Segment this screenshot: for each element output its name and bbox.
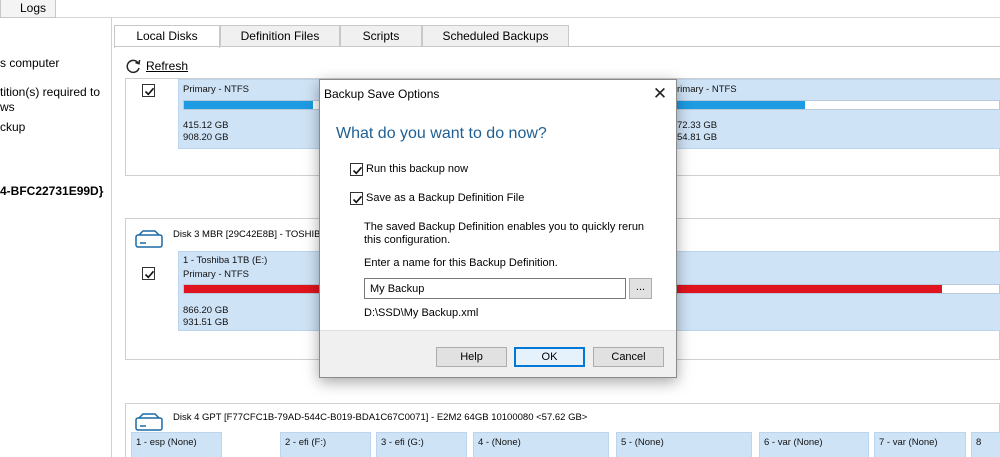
tab-definition-files[interactable]: Definition Files [220,25,340,47]
check-icon [352,166,363,175]
disk-title: Disk 4 GPT [F77CFC1B-79AD-544C-B019-BDA1… [173,412,588,423]
partition-label: 6 - var (None) [764,437,823,448]
partition-label: 3 - efi (G:) [381,437,424,448]
check-icon [352,195,363,204]
left-pane-item: s computer [0,56,60,70]
partition-block[interactable]: 7 - var (None) [874,432,966,457]
hard-disk-icon [135,413,163,431]
dialog-footer: Help OK Cancel [320,330,676,377]
refresh-icon [126,59,141,74]
left-pane-item: ws [0,100,15,114]
left-pane-item: 4-BFC22731E99D} [0,184,104,198]
partition-block[interactable]: 6 - var (None) [759,432,869,457]
partition-used: 415.12 GB [183,120,229,131]
dialog-title: Backup Save Options [324,87,440,101]
tab-logs[interactable]: Logs [0,0,56,18]
run-backup-now-label: Run this backup now [366,163,469,175]
disk-panel: Disk 4 GPT [F77CFC1B-79AD-544C-B019-BDA1… [125,403,1000,457]
check-icon [144,87,155,96]
partition-label: 2 - efi (F:) [285,437,327,448]
tab-scripts[interactable]: Scripts [340,25,422,47]
disk-checkbox[interactable] [142,84,155,97]
definition-description: The saved Backup Definition enables you … [364,221,645,246]
partition-used: 72.33 GB [677,120,718,131]
cancel-button[interactable]: Cancel [593,347,664,367]
dialog-heading: What do you want to do now? [336,125,547,142]
partition-block[interactable]: 1 - esp (None) [131,432,222,457]
partition-block[interactable]: rimary - NTFS 72.33 GB 54.81 GB [674,79,1000,149]
disk-title: Disk 3 MBR [29C42E8B] - TOSHIBA [173,229,327,240]
partition-label: 4 - (None) [478,437,521,448]
tab-underline [114,46,1000,47]
partition-type: Primary - NTFS [183,269,249,280]
definition-name-input[interactable] [364,278,626,299]
partition-block[interactable]: 3 - efi (G:) [376,432,467,457]
hard-disk-icon [135,230,163,248]
tab-scheduled-backups[interactable]: Scheduled Backups [422,25,569,47]
partition-total: 908.20 GB [183,132,229,143]
tab-local-disks[interactable]: Local Disks [114,25,220,48]
browse-button[interactable]: ... [629,278,652,299]
run-backup-now-checkbox[interactable] [350,163,363,176]
refresh-label: Refresh [146,59,189,73]
backup-save-options-dialog: Backup Save Options ✕ What do you want t… [319,79,677,378]
definition-path: D:\SSD\My Backup.xml [364,307,479,319]
usage-fill [676,101,806,109]
top-divider [56,17,1000,18]
partition-block[interactable]: 8 [971,432,1000,457]
disk-checkbox[interactable] [142,267,155,280]
left-pane-item: tition(s) required to [0,85,101,99]
partition-used: 866.20 GB [183,305,229,316]
usage-fill [184,101,313,109]
partition-block[interactable]: 5 - (None) [616,432,752,457]
partition-type: rimary - NTFS [677,84,737,95]
partition-block[interactable]: 4 - (None) [473,432,609,457]
help-button[interactable]: Help [436,347,507,367]
save-definition-checkbox[interactable] [350,192,363,205]
definition-name-label: Enter a name for this Backup Definition. [364,257,558,269]
partition-type: Primary - NTFS [183,84,249,95]
usage-bar [675,100,1000,110]
partition-block[interactable]: 2 - efi (F:) [280,432,371,457]
partition-total: 931.51 GB [183,317,229,328]
save-definition-label: Save as a Backup Definition File [366,192,525,204]
left-pane: s computer tition(s) required to ws ckup… [0,18,112,457]
partition-total: 54.81 GB [677,132,718,143]
partition-label: 7 - var (None) [879,437,938,448]
partition-label: 5 - (None) [621,437,664,448]
partition-label: 1 - Toshiba 1TB (E:) [183,255,268,266]
close-icon[interactable]: ✕ [650,84,670,104]
partition-label: 8 [976,437,982,448]
check-icon [144,270,155,279]
ok-button[interactable]: OK [514,347,585,367]
partition-label: 1 - esp (None) [136,437,197,448]
left-pane-item: ckup [0,120,26,134]
